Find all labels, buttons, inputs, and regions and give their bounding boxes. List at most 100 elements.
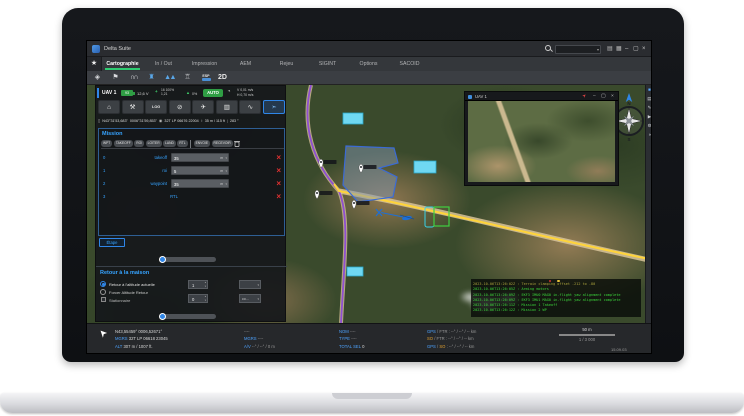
video-maximize-button[interactable]: ▢ [601,94,606,99]
delete-waypoint-button[interactable]: × [276,165,281,176]
rth-hover-unit-select[interactable]: co... ▾ [239,294,261,303]
minimize-button[interactable]: – [625,45,628,53]
tab-options[interactable]: Options [348,57,389,71]
chevron-down-icon[interactable]: ▾ [225,182,227,186]
mission-progress-slider[interactable] [160,257,216,262]
chevron-down-icon[interactable]: ▾ [597,47,599,52]
map-pin[interactable] [319,159,337,168]
terrain-icon[interactable]: ▲▲ [163,72,176,84]
measure-icon[interactable]: ■ [648,87,651,92]
chevron-down-icon[interactable]: ▾ [225,169,227,173]
loiter-button[interactable]: LOITER [146,140,162,147]
speed-readout: V 0,01 m/s H 0,70 m/s [237,88,253,97]
rtl-button[interactable]: RTL [177,140,187,147]
esp-tool-icon[interactable]: ESP [199,74,213,82]
send-mission-button[interactable]: ENVOIE [194,140,210,147]
receive-mission-button[interactable]: RECEVOIR [212,140,233,147]
antenna-tower-icon[interactable]: ♜ [145,72,158,84]
delete-waypoint-button[interactable]: × [276,178,281,189]
etape-button[interactable]: Étape [99,238,125,247]
video-close-button[interactable]: × [611,94,614,99]
tools-button[interactable]: ⚒ [122,100,144,114]
roi-button[interactable]: ROI [134,140,144,147]
link-signal-icon: ▲ [186,90,190,95]
home-button[interactable]: ⌂ [98,100,120,114]
video-window[interactable]: UAV 1 ➤ – ▢ × [464,91,619,186]
search-input[interactable]: ▾ [555,45,601,54]
mode-2d-button[interactable]: 2D [218,74,227,81]
message-console[interactable]: 2023-10-06T13:26:02Z : Terrain clamping … [471,279,641,317]
favorites-star-icon[interactable]: ★ [87,57,102,71]
wp-index: 0 [103,155,105,160]
radio-force-altitude[interactable] [100,289,106,295]
rail-button[interactable]: ▥ [216,100,238,114]
gps-label: GPS [427,329,436,334]
wp-altitude-input[interactable]: 35 m ▾ [171,153,229,162]
flight-mode-badge[interactable]: AUTO [203,89,223,98]
info-marker-2[interactable] [414,161,436,173]
corridor-line-purple [307,85,345,323]
close-button[interactable]: × [642,45,646,53]
rth-altitude-stepper[interactable]: 1 ▴▾ [188,280,208,289]
trash-icon[interactable] [234,140,240,147]
rth-hover-stepper[interactable]: 0 ▴▾ [188,294,208,303]
observer-icon[interactable]: ⚑ [109,72,122,84]
pin-icon[interactable]: ➤ [582,93,588,99]
map-view[interactable]: N E S W UAV 1 ➤ – ▢ × [87,85,652,323]
uav-drone-icon[interactable] [376,209,414,221]
tab-impression[interactable]: Impression [184,57,225,71]
settings-gear-icon[interactable]: ⚙ [647,123,651,128]
stationary-checkbox[interactable] [101,297,106,302]
tab-cartographie[interactable]: Cartographie [102,57,143,71]
binoculars-icon[interactable]: ∩∩ [127,72,140,84]
mission-area-polygon[interactable] [343,146,398,202]
chevron-down-icon[interactable]: ▾ [257,297,259,301]
video-icon [468,95,472,99]
radio-current-altitude[interactable] [100,281,106,287]
select-cursor-icon[interactable]: ▶ [648,114,651,119]
globe-layers-icon[interactable]: ◈ [91,72,104,84]
lighthouse-icon[interactable]: ♖ [181,72,194,84]
draw-icon[interactable]: ✎ [648,105,652,110]
layers-panel-icon[interactable]: ▤ [647,96,651,101]
uav-coords-lat: N43°31'53,683" [102,119,128,123]
info-marker-1[interactable] [343,113,363,124]
wp-altitude-input[interactable]: 35 m ▾ [171,179,229,188]
map-pin[interactable] [315,190,333,199]
panel-toggle-icon[interactable]: ▤ [607,45,613,53]
telemetry-button[interactable]: ∿ [239,100,261,114]
takeoff-wp-button[interactable]: TAKEOFF [114,140,133,147]
search-icon[interactable] [545,45,551,51]
maximize-button[interactable]: ▢ [633,45,639,53]
tab-aem[interactable]: AEM [225,57,266,71]
mission-route-button[interactable]: ➣ [263,100,285,114]
rth-slider[interactable] [160,314,216,319]
cursor-coords: N43,55459° 0006,52671° [115,328,168,335]
delete-waypoint-button[interactable]: × [276,191,281,202]
video-window-titlebar[interactable]: UAV 1 ➤ – ▢ × [465,92,618,101]
orbit-icon[interactable]: ◑ [648,132,651,137]
wpt-button[interactable]: WPT [101,140,112,147]
takeoff-button[interactable]: ✈ [192,100,214,114]
tab-in-out[interactable]: In / Out [143,57,184,71]
stepper-arrows[interactable]: ▴▾ [205,281,206,289]
wp-altitude-input[interactable]: 5 m ▾ [171,166,229,175]
stepper-arrows[interactable]: ▴▾ [205,295,206,303]
tab-sacoid[interactable]: SACOID [389,57,430,71]
slider-thumb[interactable] [159,313,166,320]
nofly-button[interactable]: ⊘ [169,100,191,114]
slider-thumb[interactable] [159,256,166,263]
grid-view-icon[interactable]: ▦ [616,45,622,53]
video-minimize-button[interactable]: – [593,94,596,99]
chevron-down-icon[interactable]: ▾ [225,156,227,160]
log-button[interactable]: LOG [145,100,167,114]
chevron-down-icon[interactable]: ▾ [257,283,259,287]
map-pin[interactable] [352,200,370,209]
compass-s: S [627,137,630,142]
info-marker-3[interactable] [347,267,363,276]
rth-altitude-unit-select[interactable]: ▾ [239,280,261,289]
tab-rejeu[interactable]: Rejeu [266,57,307,71]
tab-sigint[interactable]: SIGINT [307,57,348,71]
land-button[interactable]: LAND [163,140,176,147]
delete-waypoint-button[interactable]: × [276,152,281,163]
